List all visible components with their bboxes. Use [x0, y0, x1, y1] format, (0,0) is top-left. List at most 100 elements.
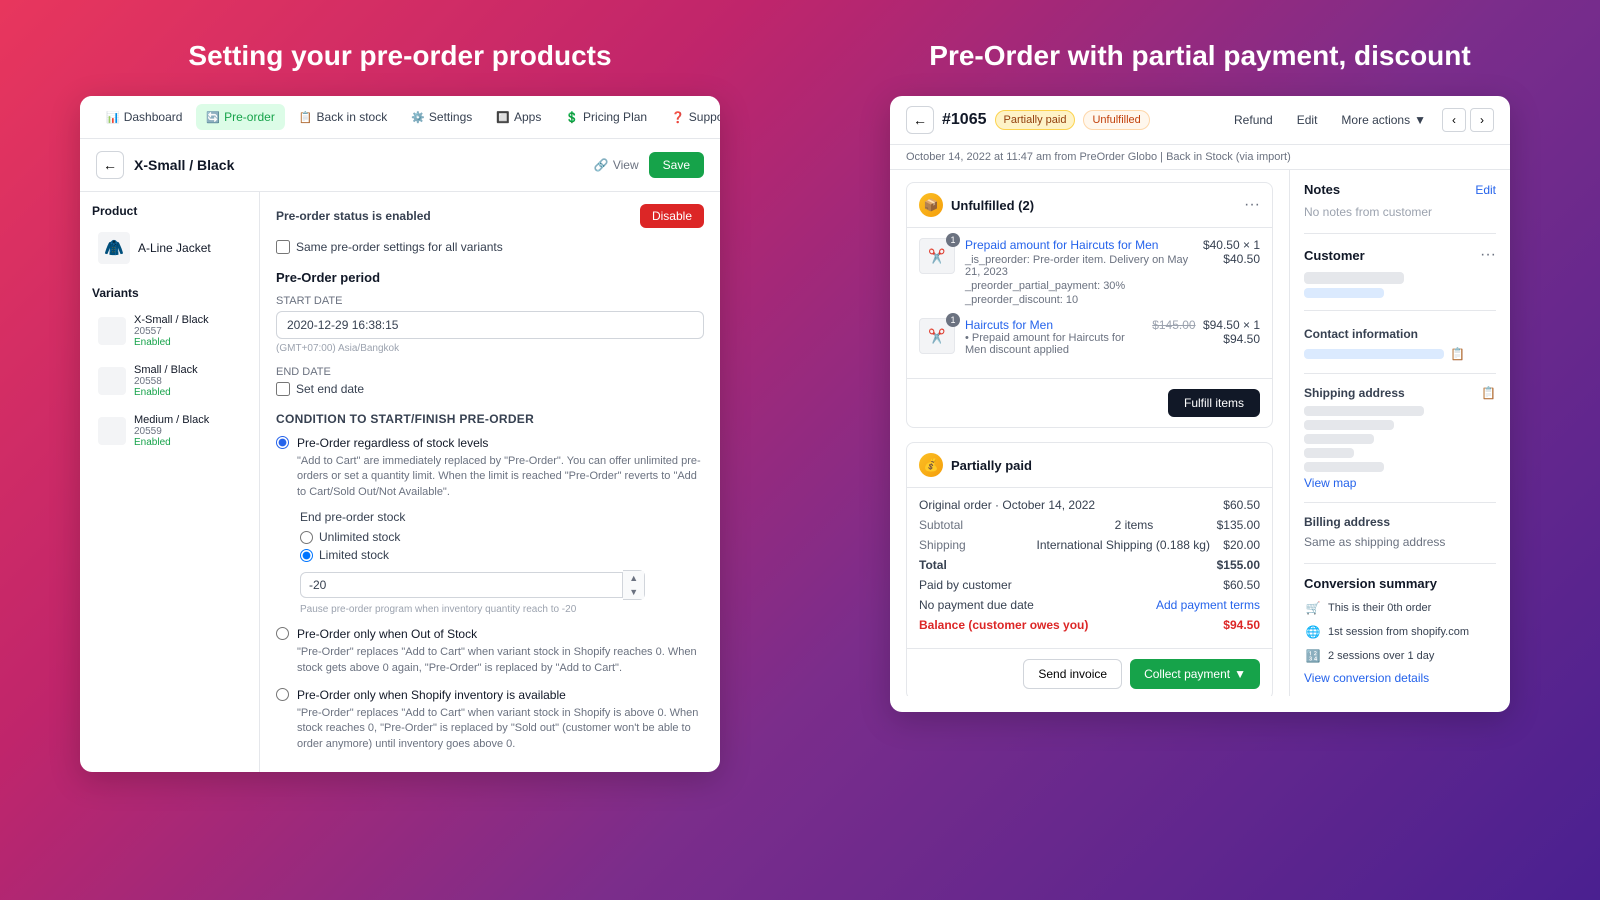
- unlimited-stock-option: Unlimited stock: [300, 530, 704, 544]
- conversion-text-3: 2 sessions over 1 day: [1328, 650, 1434, 662]
- view-button[interactable]: 🔗 View: [594, 158, 639, 172]
- prev-order-button[interactable]: ‹: [1442, 108, 1466, 132]
- preorder-icon: 🔄: [206, 111, 220, 124]
- set-end-date-label: Set end date: [296, 382, 364, 396]
- nav-dashboard[interactable]: 📊 Dashboard: [96, 104, 192, 130]
- period-heading: Pre-Order period: [276, 270, 704, 285]
- conversion-title: Conversion summary: [1304, 576, 1496, 591]
- status-row: Pre-order status is enabled Disable: [276, 204, 704, 228]
- start-date-label: START DATE: [276, 295, 704, 307]
- shipping-row: Shipping International Shipping (0.188 k…: [919, 538, 1260, 552]
- nav-preorder[interactable]: 🔄 Pre-order: [196, 104, 284, 130]
- total-row: Total $155.00: [919, 558, 1260, 572]
- conversion-section: Conversion summary 🛒 This is their 0th o…: [1304, 576, 1496, 685]
- same-settings-label: Same pre-order settings for all variants: [296, 240, 503, 254]
- same-settings-checkbox[interactable]: [276, 240, 290, 254]
- nav-settings[interactable]: ⚙️ Settings: [401, 104, 482, 130]
- variants-title: Variants: [92, 286, 247, 300]
- fulfillment-more-button[interactable]: ···: [1244, 196, 1260, 214]
- condition-label-2: Pre-Order only when Out of Stock: [297, 627, 477, 641]
- right-title: Pre-Order with partial payment, discount: [929, 40, 1470, 72]
- product-item: 🧥 A-Line Jacket: [92, 226, 247, 270]
- nav-support[interactable]: ❓ Support: [661, 104, 720, 130]
- sessions-icon: 🔢: [1304, 647, 1322, 665]
- condition-label-3: Pre-Order only when Shopify inventory is…: [297, 688, 566, 702]
- item-icon-2: ✂️: [928, 328, 945, 345]
- address-line-5: [1304, 462, 1384, 472]
- copy-email-button[interactable]: 📋: [1450, 347, 1465, 361]
- more-actions-button[interactable]: More actions ▼: [1333, 109, 1434, 131]
- customer-link: [1304, 288, 1384, 298]
- next-order-button[interactable]: ›: [1470, 108, 1494, 132]
- timezone-hint: (GMT+07:00) Asia/Bangkok: [276, 343, 704, 354]
- product-title: X-Small / Black: [134, 157, 584, 173]
- order-item-1: ✂️ 1 Prepaid amount for Haircuts for Men…: [919, 238, 1260, 306]
- limited-stock-radio[interactable]: [300, 549, 313, 562]
- customer-name: [1304, 272, 1404, 284]
- qty-down-button[interactable]: ▼: [623, 585, 644, 599]
- variants-section: Variants X-Small / Black 20557 Enabled: [92, 286, 247, 454]
- fulfillment-icon: 📦: [919, 193, 943, 217]
- external-link-icon: 🔗: [594, 158, 609, 172]
- collect-payment-button[interactable]: Collect payment ▼: [1130, 659, 1260, 689]
- notes-empty-text: No notes from customer: [1304, 205, 1432, 219]
- item-name-2[interactable]: Haircuts for Men: [965, 318, 1142, 332]
- fulfill-items-button[interactable]: Fulfill items: [1168, 389, 1260, 417]
- order-back-button[interactable]: ←: [906, 106, 934, 134]
- item-details-1: Prepaid amount for Haircuts for Men _is_…: [965, 238, 1193, 306]
- qty-up-button[interactable]: ▲: [623, 571, 644, 585]
- variant-image-2: [98, 367, 126, 395]
- customer-more-button[interactable]: ···: [1480, 246, 1496, 264]
- condition-option-3: Pre-Order only when Shopify inventory is…: [276, 686, 704, 752]
- notes-section: Notes Edit No notes from customer: [1304, 182, 1496, 234]
- nav-apps[interactable]: 🔲 Apps: [486, 104, 551, 130]
- nav-back-in-stock[interactable]: 📋 Back in stock: [289, 104, 397, 130]
- set-end-date-checkbox[interactable]: [276, 382, 290, 396]
- copy-address-button[interactable]: 📋: [1481, 386, 1496, 400]
- view-map-link[interactable]: View map: [1304, 476, 1496, 490]
- condition-option-3-content: Pre-Order only when Shopify inventory is…: [297, 686, 704, 752]
- billing-same-text: Same as shipping address: [1304, 535, 1445, 549]
- unlimited-stock-label: Unlimited stock: [319, 530, 400, 544]
- view-conversion-link[interactable]: View conversion details: [1304, 671, 1496, 685]
- condition-option-1-content: Pre-Order regardless of stock levels "Ad…: [297, 434, 704, 500]
- variant-item-2[interactable]: Small / Black 20558 Enabled: [92, 358, 247, 404]
- start-date-input[interactable]: [276, 311, 704, 339]
- unlimited-stock-radio[interactable]: [300, 531, 313, 544]
- product-name: A-Line Jacket: [138, 241, 211, 255]
- edit-button[interactable]: Edit: [1289, 109, 1326, 131]
- apps-icon: 🔲: [496, 111, 510, 124]
- add-payment-terms-link[interactable]: Add payment terms: [1156, 598, 1260, 612]
- disable-button[interactable]: Disable: [640, 204, 704, 228]
- product-header: ← X-Small / Black 🔗 View Save: [80, 139, 720, 192]
- variant-item-3[interactable]: Medium / Black 20559 Enabled: [92, 408, 247, 454]
- variant-item-1[interactable]: X-Small / Black 20557 Enabled: [92, 308, 247, 354]
- address-line-4: [1304, 448, 1354, 458]
- condition-radio-3[interactable]: [276, 688, 289, 701]
- status-text: Pre-order status is enabled: [276, 209, 431, 223]
- save-button[interactable]: Save: [649, 152, 704, 178]
- item-name-1[interactable]: Prepaid amount for Haircuts for Men: [965, 238, 1193, 252]
- back-button[interactable]: ←: [96, 151, 124, 179]
- condition-radio-1[interactable]: [276, 436, 289, 449]
- item-price-2: $145.00 $94.50 × 1 $94.50: [1152, 318, 1260, 346]
- order-number: #1065: [942, 111, 987, 129]
- fulfillment-header: 📦 Unfulfilled (2) ···: [907, 183, 1272, 228]
- pricing-icon: 💲: [565, 111, 579, 124]
- conversion-item-3: 🔢 2 sessions over 1 day: [1304, 647, 1496, 665]
- send-invoice-button[interactable]: Send invoice: [1023, 659, 1122, 689]
- payment-header: 💰 Partially paid: [907, 443, 1272, 488]
- quantity-limit-input[interactable]: [300, 572, 623, 598]
- item-icon-1: ✂️: [928, 248, 945, 265]
- product-section-title: Product: [92, 204, 247, 218]
- item-image-1: ✂️ 1: [919, 238, 955, 274]
- end-date-label: END DATE: [276, 366, 704, 378]
- refund-button[interactable]: Refund: [1226, 109, 1281, 131]
- nav-pricing[interactable]: 💲 Pricing Plan: [555, 104, 657, 130]
- right-card: ← #1065 Partially paid Unfulfilled Refun…: [890, 96, 1510, 712]
- set-end-date-row: Set end date: [276, 382, 704, 396]
- condition-radio-2[interactable]: [276, 627, 289, 640]
- notes-edit-link[interactable]: Edit: [1475, 183, 1496, 197]
- stock-icon: 📋: [299, 111, 313, 124]
- order-content: 📦 Unfulfilled (2) ··· ✂️ 1 Prepai: [890, 170, 1510, 696]
